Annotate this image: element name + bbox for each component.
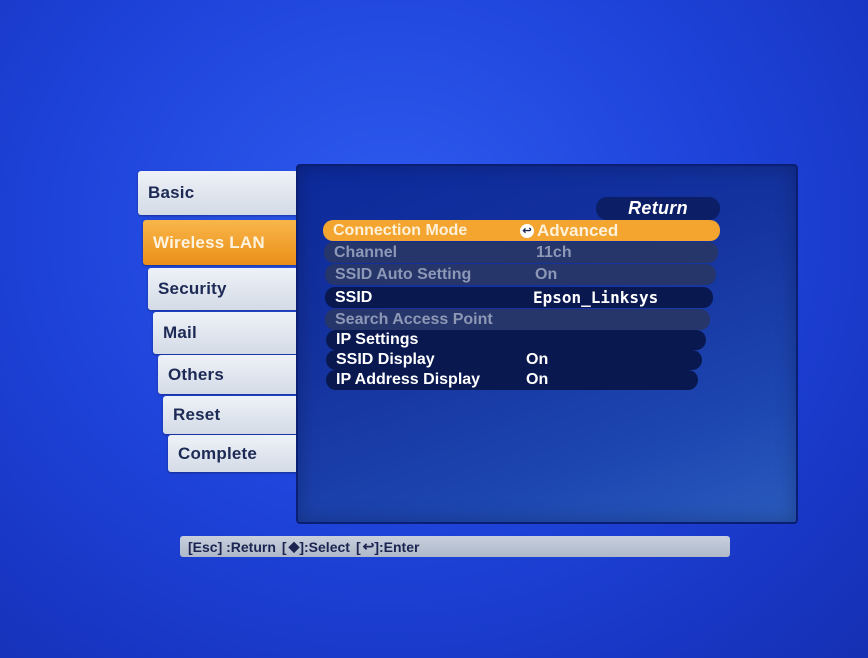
enter-icon: ↩: [520, 224, 534, 239]
return-label: Return: [628, 198, 688, 218]
connection-mode-label: Connection Mode: [333, 221, 468, 239]
row-ip-address-display[interactable]: IP Address Display On: [326, 370, 698, 390]
row-search-access-point[interactable]: Search Access Point: [325, 309, 710, 330]
channel-value: 11ch: [536, 243, 572, 261]
connection-mode-value-text: Advanced: [537, 220, 619, 240]
ssid-label: SSID: [335, 288, 373, 306]
up-down-arrow-icon: ◆: [288, 538, 300, 554]
help-enter: ]:Enter: [374, 538, 420, 555]
ssid-auto-setting-label: SSID Auto Setting: [335, 265, 472, 283]
ssid-display-label: SSID Display: [336, 351, 435, 368]
ip-address-display-value: On: [526, 371, 549, 388]
ssid-display-value: On: [526, 351, 549, 368]
ssid-auto-setting-value: On: [535, 265, 558, 283]
help-select: ]:Select: [299, 538, 350, 555]
help-bar: [Esc] :Return [◆]:Select [↩]:Enter: [180, 536, 730, 557]
tab-wireless-lan-label: Wireless LAN: [153, 232, 265, 252]
return-button[interactable]: Return: [596, 197, 720, 220]
ip-settings-label: IP Settings: [336, 331, 419, 348]
search-access-point-label: Search Access Point: [335, 310, 493, 328]
tab-mail[interactable]: Mail: [153, 312, 305, 354]
help-enter-bracket: [: [355, 538, 361, 555]
row-ssid-display[interactable]: SSID Display On: [326, 350, 702, 370]
row-ssid[interactable]: SSID Epson_Linksys: [325, 287, 713, 308]
tab-others-label: Others: [168, 364, 224, 384]
connection-mode-value: ↩ Advanced: [520, 221, 618, 241]
tab-basic[interactable]: Basic: [138, 171, 298, 215]
row-ip-settings[interactable]: IP Settings: [326, 330, 706, 350]
channel-label: Channel: [334, 243, 398, 261]
row-connection-mode[interactable]: Connection Mode ↩ Advanced: [323, 220, 720, 241]
tab-basic-label: Basic: [148, 183, 195, 202]
tab-reset-label: Reset: [173, 405, 221, 424]
row-channel[interactable]: Channel 11ch: [324, 242, 718, 263]
enter-icon: ↩: [362, 538, 375, 554]
help-select-bracket: [: [281, 538, 287, 555]
tab-others[interactable]: Others: [158, 355, 308, 394]
tab-security-label: Security: [158, 279, 227, 298]
ssid-value: Epson_Linksys: [533, 288, 659, 307]
tab-mail-label: Mail: [163, 323, 197, 342]
tab-reset[interactable]: Reset: [163, 396, 309, 434]
help-esc-return: [Esc] :Return: [188, 538, 276, 555]
tab-wireless-lan[interactable]: Wireless LAN: [143, 220, 303, 265]
tab-complete[interactable]: Complete: [168, 435, 311, 472]
ip-address-display-label: IP Address Display: [336, 371, 481, 388]
projector-network-menu: Basic Wireless LAN Security Mail Others …: [0, 0, 868, 658]
tab-complete-label: Complete: [178, 443, 258, 463]
row-ssid-auto-setting[interactable]: SSID Auto Setting On: [325, 264, 716, 285]
tab-security[interactable]: Security: [148, 268, 304, 310]
